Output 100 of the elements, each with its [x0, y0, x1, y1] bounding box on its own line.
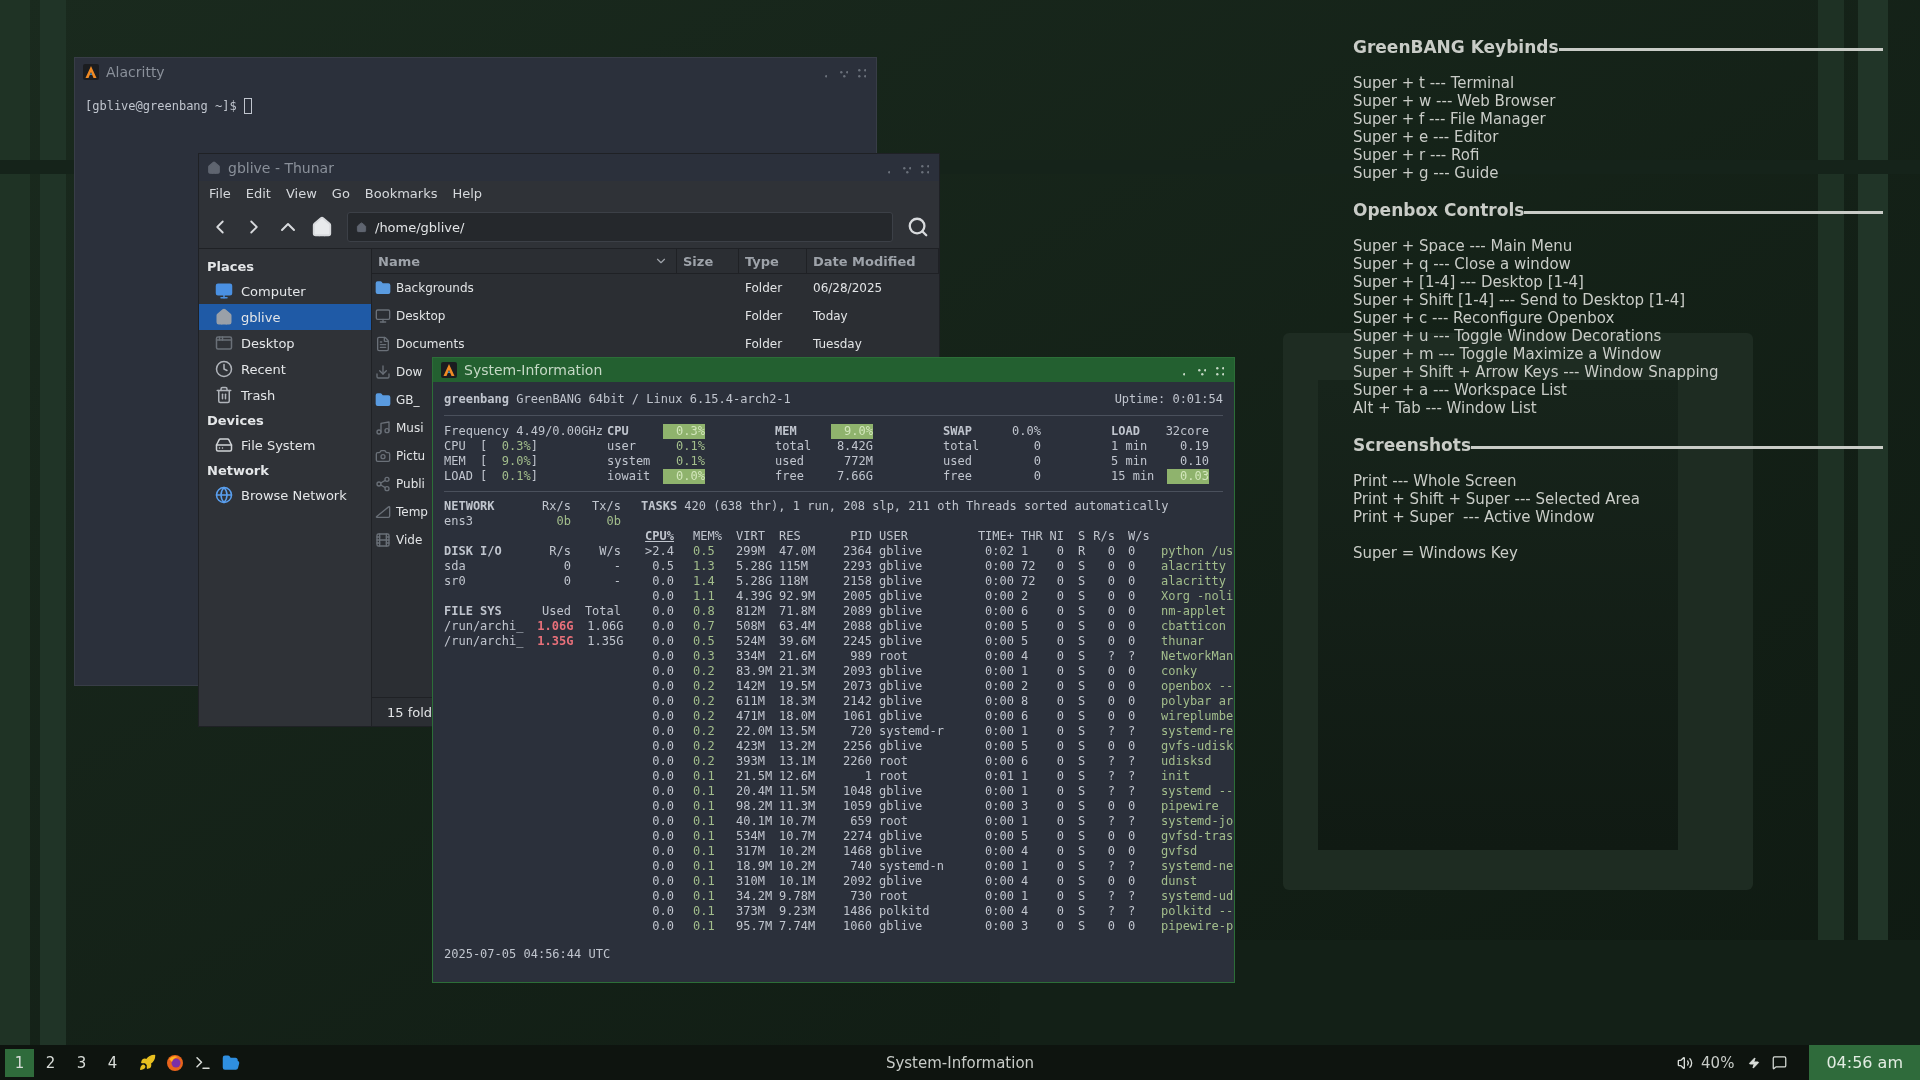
- process-row[interactable]: 0.0 1.4 5.28G 118M 2158 gblive 0:00 72 0 S 0 0 alacritty: [641, 574, 1234, 589]
- workspace-button[interactable]: 1: [5, 1048, 34, 1077]
- process-row[interactable]: 0.0 0.2 423M 13.2M 2256 gblive 0:00 5 0 S 0 0 gvfs-udisk: [641, 739, 1234, 754]
- folder-icon[interactable]: [222, 1053, 240, 1072]
- table-cell-text: 1.1: [693, 589, 716, 604]
- menu-item[interactable]: Go: [325, 184, 356, 203]
- file-name[interactable]: Documents: [396, 337, 465, 351]
- sidebar-item[interactable]: File System: [199, 432, 371, 458]
- sidebar-item[interactable]: Desktop: [199, 330, 371, 356]
- table-cell-text: 0:00: [984, 814, 1015, 829]
- column-header[interactable]: TIME+: [971, 529, 1021, 544]
- path-field[interactable]: /home/gblive/: [347, 212, 893, 242]
- table-cell-text: 0.1: [693, 769, 716, 784]
- sidebar-item[interactable]: Recent: [199, 356, 371, 382]
- table-cell-text: 2293: [842, 559, 873, 574]
- volume-icon[interactable]: [1677, 1054, 1694, 1071]
- table-cell-text: 334M: [736, 649, 766, 664]
- process-row[interactable]: 0.0 0.1 40.1M 10.7M 659 root 0:00 1 0 S ? ? systemd-jo: [641, 814, 1234, 829]
- column-header[interactable]: MEM%: [693, 529, 736, 544]
- table-cell-text: 0.0: [651, 694, 675, 709]
- workspace-button[interactable]: 4: [98, 1048, 127, 1077]
- column-header[interactable]: USER: [879, 529, 971, 544]
- process-row[interactable]: 0.0 0.8 812M 71.8M 2089 gblive 0:00 6 0 S 0 0 nm-applet: [641, 604, 1234, 619]
- file-name[interactable]: Desktop: [396, 309, 446, 323]
- table-cell-text: gblive: [879, 664, 924, 679]
- file-name[interactable]: Pictu: [396, 449, 426, 463]
- table-cell-text: pipewire: [1161, 799, 1220, 814]
- browser-icon[interactable]: [166, 1053, 184, 1072]
- message-icon[interactable]: [1772, 1055, 1788, 1070]
- table-cell-text: 0.0: [651, 799, 675, 814]
- file-name[interactable]: GB_: [396, 393, 420, 407]
- table-cell-text: 0: [1106, 844, 1116, 859]
- table-cell-text: 0:00: [984, 559, 1015, 574]
- bolt-icon[interactable]: [1748, 1056, 1761, 1069]
- process-row[interactable]: 0.0 0.1 317M 10.2M 1468 gblive 0:00 4 0 S 0 0 gvfsd: [641, 844, 1234, 859]
- column-header[interactable]: CPU%: [641, 529, 693, 544]
- sidebar-item[interactable]: Browse Network: [199, 482, 371, 508]
- close-button[interactable]: [1214, 364, 1226, 376]
- process-row[interactable]: 0.0 0.1 34.2M 9.78M 730 root 0:00 1 0 S ? ? systemd-ud: [641, 889, 1234, 904]
- file-name[interactable]: Dow: [396, 365, 423, 379]
- process-row[interactable]: 0.0 1.1 4.39G 92.9M 2005 gblive 0:00 2 0 S 0 0 Xorg -noli: [641, 589, 1234, 604]
- column-header[interactable]: W/s: [1121, 529, 1161, 544]
- keybind-text: Super + [1-4] --- Desktop [1-4]: [1353, 273, 1585, 291]
- column-header[interactable]: RES: [779, 529, 823, 544]
- workspace-button[interactable]: 3: [67, 1048, 96, 1077]
- menu-item[interactable]: View: [279, 184, 323, 203]
- dots-icon: [857, 69, 867, 78]
- process-row[interactable]: 0.0 0.1 98.2M 11.3M 1059 gblive 0:00 3 0 S 0 0 pipewire: [641, 799, 1234, 814]
- table-cell-text: ?: [1106, 769, 1116, 784]
- sidebar-item[interactable]: Computer: [199, 278, 371, 304]
- table-cell-text: gblive: [879, 634, 924, 649]
- table-cell-text: 13.1M: [779, 754, 817, 769]
- process-row[interactable]: 0.0 0.1 21.5M 12.6M 1 root 0:01 1 0 S ? ? init: [641, 769, 1234, 784]
- process-row[interactable]: 0.0 0.2 22.0M 13.5M 720 systemd-r 0:00 1 0 S ? ? systemd-re: [641, 724, 1234, 739]
- process-row[interactable]: 0.0 0.1 18.9M 10.2M 740 systemd-n 0:00 1 0 S ? ? systemd-ne: [641, 859, 1234, 874]
- column-header[interactable]: Date Modified: [807, 249, 939, 273]
- column-header[interactable]: VIRT: [736, 529, 779, 544]
- process-row[interactable]: 0.0 0.2 142M 19.5M 2073 gblive 0:00 2 0 S 0 0 openbox --: [641, 679, 1234, 694]
- menu-item[interactable]: File: [203, 184, 237, 203]
- menu-item[interactable]: Bookmarks: [358, 184, 444, 203]
- sidebar-item[interactable]: gblive: [199, 304, 371, 330]
- menu-item[interactable]: Edit: [239, 184, 277, 203]
- table-cell-text: 0: [1055, 559, 1065, 574]
- process-row[interactable]: 0.0 0.7 508M 63.4M 2088 gblive 0:00 5 0 S 0 0 cbatticon: [641, 619, 1234, 634]
- column-header[interactable]: Name: [372, 249, 677, 273]
- process-row[interactable]: 0.0 0.3 334M 21.6M 989 root 0:00 4 0 S ? ? NetworkMan: [641, 649, 1234, 664]
- column-header[interactable]: R/s: [1091, 529, 1121, 544]
- process-row[interactable]: >2.4 0.5 299M 47.0M 2364 gblive 0:02 1 0 R 0 0 python /us: [641, 544, 1234, 559]
- file-name[interactable]: Backgrounds: [396, 281, 474, 295]
- table-cell-text: 0:00: [984, 709, 1015, 724]
- file-name[interactable]: Musi: [396, 421, 424, 435]
- column-header[interactable]: PID: [823, 529, 879, 544]
- process-row[interactable]: 0.0 0.1 534M 10.7M 2274 gblive 0:00 5 0 S 0 0 gvfsd-tras: [641, 829, 1234, 844]
- close-button[interactable]: [856, 66, 868, 78]
- sidebar-item[interactable]: Trash: [199, 382, 371, 408]
- file-name[interactable]: Publi: [396, 477, 425, 491]
- column-header[interactable]: S: [1071, 529, 1091, 544]
- file-name[interactable]: Temp: [396, 505, 428, 519]
- table-cell-text: 0.1: [693, 829, 716, 844]
- table-cell-text: 0: [1055, 694, 1065, 709]
- column-header[interactable]: THR: [1021, 529, 1046, 544]
- process-row[interactable]: 0.0 0.1 373M 9.23M 1486 polkitd 0:00 4 0 S ? ? polkitd --: [641, 904, 1234, 919]
- process-row[interactable]: 0.0 0.2 83.9M 21.3M 2093 gblive 0:00 1 0 S 0 0 conky: [641, 664, 1234, 679]
- process-row[interactable]: 0.5 1.3 5.28G 115M 2293 gblive 0:00 72 0 S 0 0 alacritty: [641, 559, 1234, 574]
- column-header[interactable]: NI: [1046, 529, 1071, 544]
- file-name[interactable]: Vide: [396, 533, 423, 547]
- menu-item[interactable]: Help: [446, 184, 489, 203]
- process-row[interactable]: 0.0 0.5 524M 39.6M 2245 gblive 0:00 5 0 S 0 0 thunar: [641, 634, 1234, 649]
- process-row[interactable]: 0.0 0.1 20.4M 11.5M 1048 gblive 0:00 1 0 S ? ? systemd --: [641, 784, 1234, 799]
- folder-icon: [375, 392, 391, 408]
- column-header[interactable]: Type: [739, 249, 807, 273]
- rocket-icon[interactable]: [139, 1054, 156, 1071]
- table-cell-text: S: [1077, 709, 1087, 724]
- process-row[interactable]: 0.0 0.1 95.7M 7.74M 1060 gblive 0:00 3 0 S 0 0 pipewire-p: [641, 919, 1234, 934]
- table-cell-text: gblive: [879, 844, 924, 859]
- process-row[interactable]: 0.0 0.1 310M 10.1M 2092 gblive 0:00 4 0 S 0 0 dunst: [641, 874, 1234, 889]
- table-cell-text: 0: [1055, 859, 1065, 874]
- column-header[interactable]: Size: [677, 249, 739, 273]
- process-row[interactable]: 0.0 0.2 393M 13.1M 2260 root 0:00 6 0 S ? ? udisksd: [641, 754, 1234, 769]
- workspace-button[interactable]: 2: [36, 1048, 65, 1077]
